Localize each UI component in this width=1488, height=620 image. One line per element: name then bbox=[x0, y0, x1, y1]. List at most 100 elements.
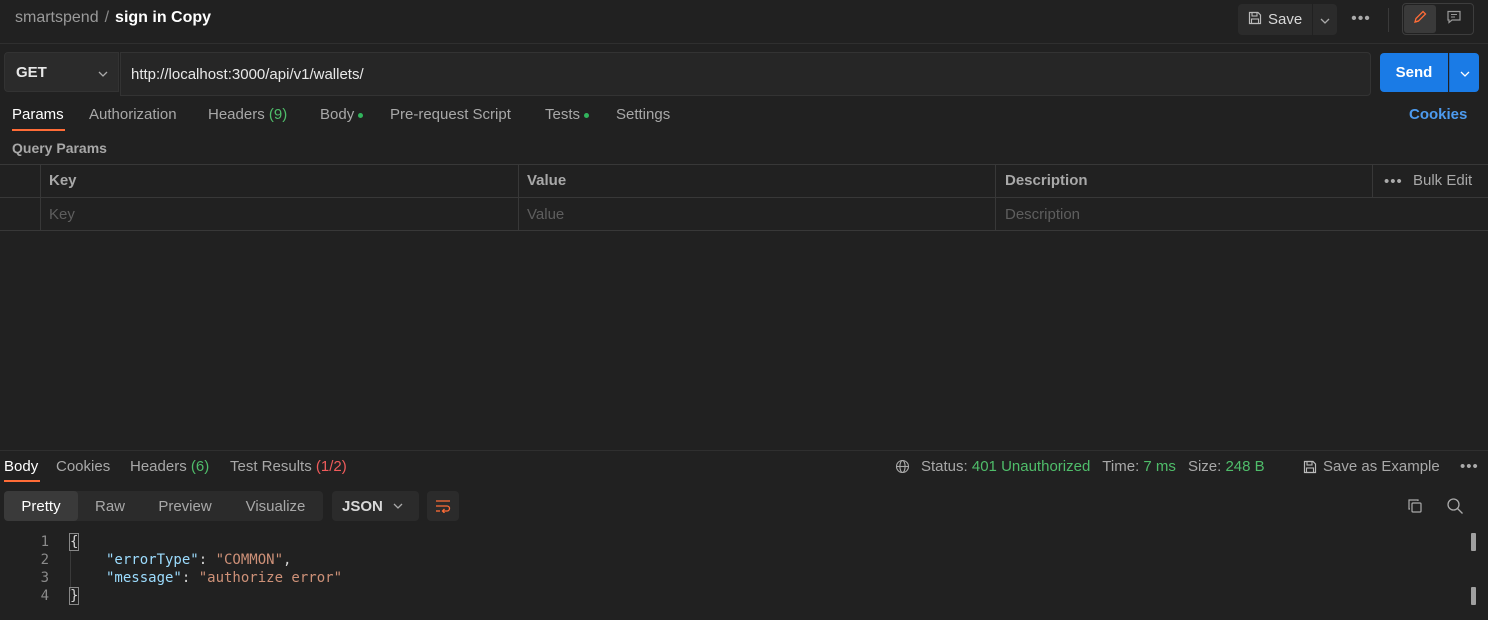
response-tab-headers[interactable]: Headers (6) bbox=[130, 458, 209, 475]
method-value: GET bbox=[16, 63, 47, 81]
table-border bbox=[0, 164, 1488, 165]
line-number: 4 bbox=[40, 588, 49, 604]
table-divider bbox=[995, 164, 996, 231]
comments-button[interactable] bbox=[1438, 5, 1470, 33]
more-options-icon[interactable]: ••• bbox=[1350, 8, 1372, 30]
scrollbar-thumb[interactable] bbox=[1471, 587, 1476, 605]
tab-pre-request-script[interactable]: Pre-request Script bbox=[390, 106, 511, 123]
code-line: "message": "authorize error" bbox=[106, 570, 343, 586]
toolbar-divider bbox=[1388, 8, 1389, 32]
view-visualize-button[interactable]: Visualize bbox=[228, 491, 323, 521]
more-options-icon[interactable]: ••• bbox=[1460, 458, 1479, 475]
query-params-table: Key Value Description ••• Bulk Edit Key … bbox=[0, 164, 1488, 231]
breadcrumb-separator: / bbox=[104, 9, 110, 26]
breadcrumb: smartspend / sign in Copy bbox=[15, 9, 211, 27]
url-input[interactable]: http://localhost:3000/api/v1/wallets/ bbox=[120, 52, 1371, 96]
response-tab-headers-count: (6) bbox=[190, 458, 210, 475]
active-tab-indicator bbox=[4, 480, 40, 482]
save-icon bbox=[1248, 11, 1262, 29]
view-raw-button[interactable]: Raw bbox=[78, 491, 142, 521]
comment-icon bbox=[1446, 9, 1462, 29]
line-number: 3 bbox=[40, 570, 49, 586]
json-string: "authorize error" bbox=[198, 570, 343, 586]
table-divider bbox=[518, 164, 519, 231]
tab-headers[interactable]: Headers (9) bbox=[208, 106, 287, 123]
send-dropdown-button[interactable] bbox=[1449, 53, 1479, 92]
tab-headers-label: Headers bbox=[208, 106, 265, 123]
response-view-group: Pretty Raw Preview Visualize bbox=[4, 491, 323, 521]
chevron-down-icon bbox=[1320, 11, 1330, 28]
tab-tests-label: Tests bbox=[545, 106, 581, 123]
tab-tests[interactable]: Tests bbox=[545, 106, 590, 123]
json-key: "errorType" bbox=[106, 552, 199, 568]
table-border bbox=[0, 230, 1488, 231]
tab-authorization[interactable]: Authorization bbox=[89, 106, 177, 123]
column-header-key: Key bbox=[49, 172, 77, 189]
method-select[interactable]: GET bbox=[4, 52, 119, 92]
response-tab-test-results-label: Test Results bbox=[230, 458, 312, 475]
edit-mode-button[interactable] bbox=[1404, 5, 1436, 33]
column-header-description: Description bbox=[1005, 172, 1088, 189]
response-body-editor[interactable]: 1 2 3 4 { "errorType": "COMMON", "messag… bbox=[0, 533, 1466, 620]
table-border bbox=[0, 197, 1488, 198]
pencil-icon bbox=[1412, 9, 1428, 29]
globe-icon[interactable] bbox=[895, 459, 910, 474]
code-line: } bbox=[68, 587, 80, 605]
tab-headers-count: (9) bbox=[268, 106, 288, 123]
code-line: { bbox=[68, 533, 80, 551]
save-as-example-button[interactable]: Save as Example bbox=[1303, 458, 1440, 475]
size-label: Size: bbox=[1187, 458, 1222, 475]
status-dot bbox=[358, 112, 364, 118]
column-header-value: Value bbox=[527, 172, 567, 189]
view-preview-button[interactable]: Preview bbox=[142, 491, 228, 521]
code-brace: { bbox=[68, 533, 80, 551]
tab-settings[interactable]: Settings bbox=[616, 106, 670, 123]
param-description-input[interactable]: Description bbox=[1005, 206, 1080, 223]
param-key-input[interactable]: Key bbox=[49, 206, 75, 223]
response-tab-body[interactable]: Body bbox=[4, 458, 38, 475]
line-number: 1 bbox=[40, 534, 49, 550]
scrollbar-thumb[interactable] bbox=[1471, 533, 1476, 551]
save-as-example-label: Save as Example bbox=[1323, 458, 1440, 475]
chevron-down-icon bbox=[98, 64, 108, 81]
status-value[interactable]: 401 Unauthorized bbox=[972, 458, 1090, 475]
save-button[interactable]: Save bbox=[1238, 4, 1312, 35]
copy-icon[interactable] bbox=[1406, 497, 1424, 519]
view-pretty-button[interactable]: Pretty bbox=[4, 491, 78, 521]
url-value: http://localhost:3000/api/v1/wallets/ bbox=[131, 65, 364, 83]
save-dropdown-button[interactable] bbox=[1313, 4, 1337, 35]
response-tab-headers-label: Headers bbox=[130, 458, 187, 475]
active-tab-indicator bbox=[12, 129, 65, 131]
status-dot bbox=[584, 112, 590, 118]
response-meta: Status: 401 Unauthorized Time: 7 ms Size… bbox=[895, 458, 1265, 475]
time-value[interactable]: 7 ms bbox=[1143, 458, 1176, 475]
wrap-lines-button[interactable] bbox=[427, 491, 459, 521]
time-label: Time: bbox=[1102, 458, 1140, 475]
bulk-edit-button[interactable]: Bulk Edit bbox=[1413, 172, 1472, 189]
wrap-lines-icon bbox=[435, 499, 451, 513]
response-tab-test-results-count: (1/2) bbox=[315, 458, 347, 475]
format-select[interactable]: JSON bbox=[332, 491, 419, 521]
cookies-link[interactable]: Cookies bbox=[1409, 106, 1467, 123]
chevron-down-icon bbox=[1460, 64, 1470, 81]
response-divider[interactable] bbox=[0, 450, 1488, 451]
line-number: 2 bbox=[40, 552, 49, 568]
status-label: Status: bbox=[921, 458, 968, 475]
response-tab-cookies[interactable]: Cookies bbox=[56, 458, 110, 475]
code-brace: } bbox=[68, 587, 80, 605]
save-icon bbox=[1303, 460, 1317, 474]
more-options-icon[interactable]: ••• bbox=[1384, 173, 1403, 190]
response-tab-test-results[interactable]: Test Results (1/2) bbox=[230, 458, 347, 475]
query-params-title: Query Params bbox=[12, 140, 107, 156]
tab-params[interactable]: Params bbox=[12, 106, 64, 123]
search-icon[interactable] bbox=[1446, 497, 1464, 519]
breadcrumb-workspace[interactable]: smartspend bbox=[15, 9, 99, 26]
chevron-down-icon bbox=[393, 503, 403, 509]
size-value[interactable]: 248 B bbox=[1225, 458, 1264, 475]
format-value: JSON bbox=[342, 497, 383, 515]
send-button[interactable]: Send bbox=[1380, 53, 1448, 92]
tab-body[interactable]: Body bbox=[320, 106, 364, 123]
param-value-input[interactable]: Value bbox=[527, 206, 564, 223]
json-key: "message" bbox=[106, 570, 182, 586]
breadcrumb-request-name[interactable]: sign in Copy bbox=[115, 9, 211, 26]
